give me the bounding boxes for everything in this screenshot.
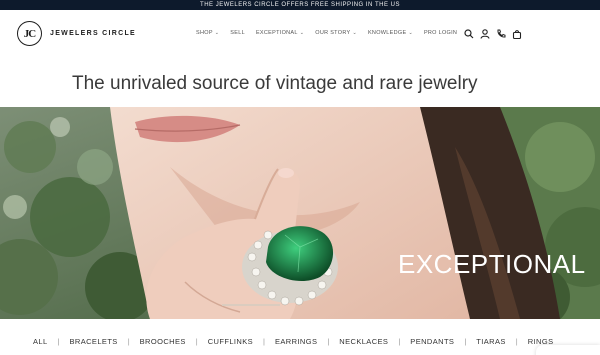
hero-slide-indicator[interactable] <box>222 304 280 306</box>
hero-title: EXCEPTIONAL <box>398 249 586 279</box>
account-icon[interactable] <box>479 28 491 40</box>
site-header: JC JEWELERS CIRCLE SHOP ⌄ SELL EXCEPTIONA… <box>0 10 600 58</box>
nav-label: KNOWLEDGE <box>367 30 407 36</box>
category-earrings[interactable]: EARRINGS <box>275 337 317 346</box>
category-nav: ALL | BRACELETS | BROOCHES | CUFFLINKS |… <box>0 330 600 352</box>
nav-item-pro-login[interactable]: PRO LOGIN <box>424 30 457 36</box>
phone-icon[interactable] <box>495 28 507 40</box>
category-separator: | <box>327 336 330 346</box>
category-separator: | <box>464 336 467 346</box>
nav-label: PRO LOGIN <box>423 30 458 36</box>
category-separator: | <box>127 336 130 346</box>
category-bracelets[interactable]: BRACELETS <box>70 337 118 346</box>
category-all[interactable]: ALL <box>33 337 48 346</box>
category-separator: | <box>195 336 198 346</box>
hero-image <box>0 107 600 319</box>
chevron-down-icon: ⌄ <box>408 30 413 36</box>
nav-item-exceptional[interactable]: EXCEPTIONAL ⌄ <box>256 30 304 36</box>
main-nav: SHOP ⌄ SELL EXCEPTIONAL ⌄ OUR STORY ⌄ KNOWL… <box>196 30 468 36</box>
bag-icon[interactable] <box>511 28 523 40</box>
nav-item-our-story[interactable]: OUR STORY ⌄ <box>315 30 357 36</box>
logo[interactable]: JC JEWELERS CIRCLE <box>17 21 136 46</box>
logo-text: JEWELERS CIRCLE <box>50 30 137 37</box>
chat-widget[interactable] <box>536 345 600 355</box>
nav-label: EXCEPTIONAL <box>255 30 298 36</box>
category-brooches[interactable]: BROOCHES <box>140 337 186 346</box>
category-separator: | <box>263 336 265 346</box>
nav-item-shop[interactable]: SHOP ⌄ <box>196 30 219 36</box>
search-icon[interactable] <box>463 28 475 40</box>
category-necklaces[interactable]: NECKLACES <box>339 337 388 346</box>
nav-item-sell[interactable]: SELL <box>230 30 245 36</box>
category-separator: | <box>57 336 60 346</box>
category-tiaras[interactable]: TIARAS <box>476 337 506 346</box>
nav-label: SELL <box>230 30 245 36</box>
announcement-bar: THE JEWELERS CIRCLE OFFERS FREE SHIPPING… <box>0 0 600 10</box>
header-icons <box>463 28 527 40</box>
category-pendants[interactable]: PENDANTS <box>410 337 454 346</box>
chevron-down-icon: ⌄ <box>352 30 357 36</box>
category-separator: | <box>515 336 518 346</box>
announcement-text: THE JEWELERS CIRCLE OFFERS FREE SHIPPING… <box>200 2 400 8</box>
hero-banner[interactable]: EXCEPTIONAL <box>0 107 600 319</box>
chevron-down-icon: ⌄ <box>299 30 305 36</box>
nav-label: SHOP <box>196 30 213 36</box>
category-cufflinks[interactable]: CUFFLINKS <box>208 337 253 346</box>
category-separator: | <box>398 336 401 346</box>
nav-item-knowledge[interactable]: KNOWLEDGE ⌄ <box>368 30 413 36</box>
nav-label: OUR STORY <box>315 30 351 36</box>
page-tagline: The unrivaled source of vintage and rare… <box>72 73 478 94</box>
chevron-down-icon: ⌄ <box>214 30 220 36</box>
logo-mark: JC <box>17 21 42 46</box>
